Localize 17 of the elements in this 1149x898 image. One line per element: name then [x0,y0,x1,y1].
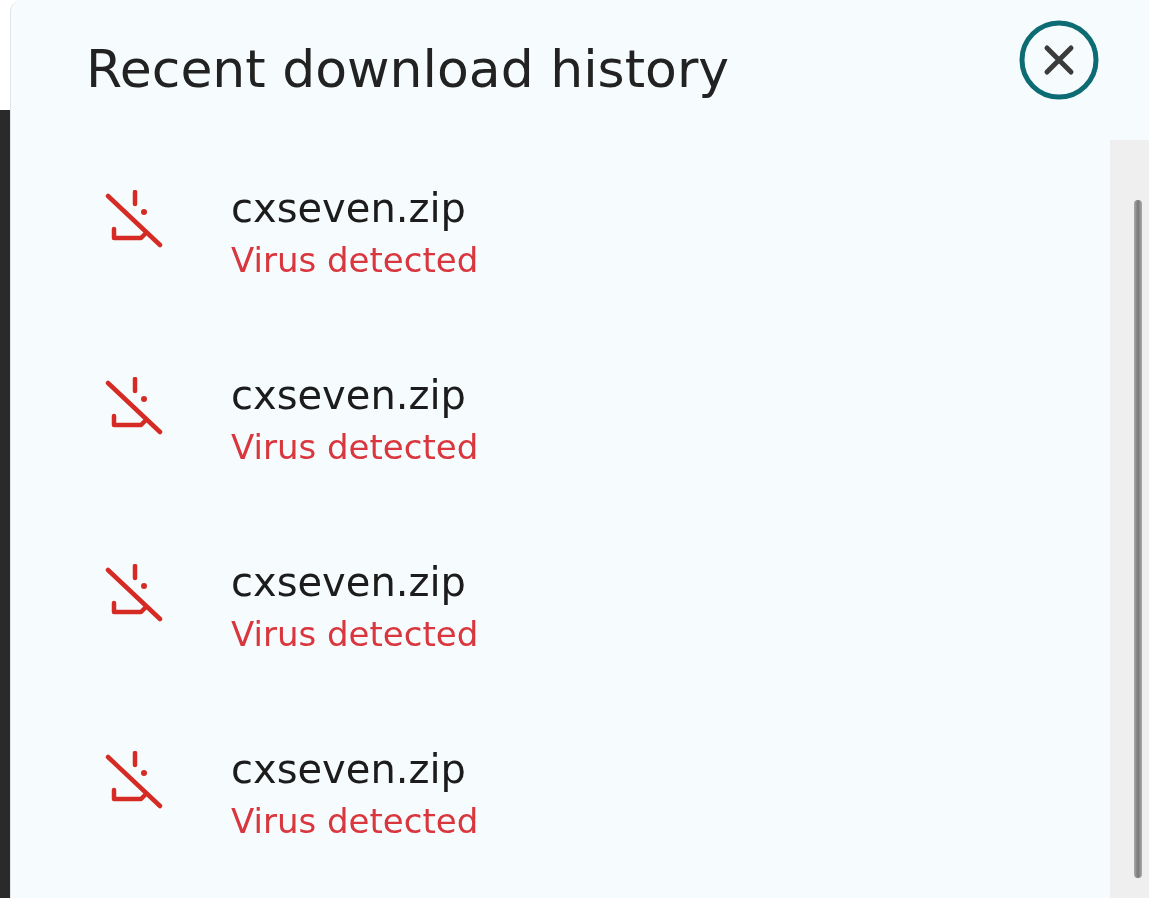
blocked-download-icon [105,377,163,435]
blocked-download-icon [105,190,163,248]
file-name[interactable]: cxseven.zip [231,367,479,423]
scrollbar-thumb[interactable] [1134,200,1142,878]
status-text: Virus detected [231,426,479,469]
file-name[interactable]: cxseven.zip [231,741,479,797]
status-text: Virus detected [231,239,479,282]
blocked-download-icon [105,751,163,809]
close-button[interactable] [1019,20,1099,100]
panel-title: Recent download history [86,38,730,101]
file-name[interactable]: cxseven.zip [231,180,479,236]
close-icon [1019,20,1099,100]
status-text: Virus detected [231,800,479,843]
file-name[interactable]: cxseven.zip [231,554,479,610]
scrollbar-track[interactable] [1110,140,1149,898]
blocked-download-icon [105,564,163,622]
status-text: Virus detected [231,613,479,656]
